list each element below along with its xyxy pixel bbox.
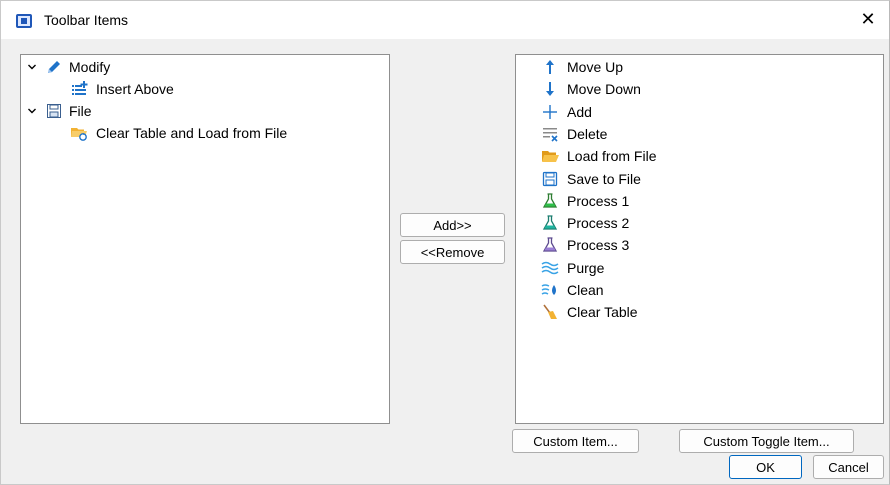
custom-toggle-item-button[interactable]: Custom Toggle Item... [679, 429, 854, 453]
list-item-process-2[interactable]: Process 2 [541, 212, 629, 234]
list-item-label: Delete [567, 125, 608, 142]
chevron-down-icon[interactable] [27, 106, 37, 116]
available-items-tree[interactable]: Modify Insert Above File Clear Table and Lo… [20, 54, 390, 424]
insert-above-icon [70, 80, 88, 98]
list-item-add[interactable]: Add [541, 101, 592, 123]
clean-icon [541, 281, 559, 299]
arrow-up-icon [541, 58, 559, 76]
tree-item-insert-above[interactable]: Insert Above [70, 78, 174, 100]
folder-reload-icon [70, 124, 88, 142]
list-item-purge[interactable]: Purge [541, 257, 604, 279]
list-item-process-3[interactable]: Process 3 [541, 234, 629, 256]
cancel-button[interactable]: Cancel [813, 455, 884, 479]
plus-icon [541, 103, 559, 121]
list-item-label: Process 3 [567, 237, 630, 254]
custom-item-button[interactable]: Custom Item... [512, 429, 639, 453]
list-item-label: Clean [567, 282, 604, 298]
waves-icon [541, 259, 559, 277]
title-bar: Toolbar Items ✕ [1, 1, 889, 39]
app-icon [16, 14, 32, 28]
tree-item-clear-table-and-load-from-file[interactable]: Clear Table and Load from File [70, 122, 287, 144]
ok-button[interactable]: OK [729, 455, 802, 479]
list-item-label: Load from File [567, 148, 657, 165]
list-item-move-down[interactable]: Move Down [541, 78, 641, 100]
list-item-label: Move Down [567, 81, 641, 98]
tree-item-label: Insert Above [96, 81, 174, 97]
list-item-process-1[interactable]: Process 1 [541, 190, 629, 212]
list-item-delete[interactable]: Delete [541, 123, 607, 145]
tree-item-label: Clear Table and Load from File [96, 125, 288, 141]
list-item-clear-table[interactable]: Clear Table [541, 301, 638, 323]
chevron-down-icon[interactable] [27, 62, 37, 72]
flask-green-icon [541, 192, 559, 210]
list-item-clean[interactable]: Clean [541, 279, 604, 301]
arrow-down-icon [541, 80, 559, 98]
list-item-label: Purge [567, 259, 605, 276]
list-item-label: Add [567, 103, 592, 120]
list-item-label: Move Up [567, 59, 624, 75]
tree-node-label: Modify [69, 59, 111, 75]
flask-purple-icon [541, 236, 559, 254]
remove-button[interactable]: <<Remove [400, 240, 505, 264]
folder-open-icon [541, 147, 559, 165]
file-icon [45, 102, 63, 120]
broom-icon [541, 303, 559, 321]
tree-node-file[interactable]: File [27, 100, 92, 122]
tree-node-label: File [69, 103, 92, 119]
window-title: Toolbar Items [44, 12, 129, 28]
list-item-label: Process 1 [567, 192, 630, 209]
list-item-label: Clear Table [567, 304, 638, 321]
close-button[interactable]: ✕ [857, 9, 879, 30]
list-item-label: Save to File [567, 170, 641, 187]
tree-node-modify[interactable]: Modify [27, 56, 110, 78]
list-item-move-up[interactable]: Move Up [541, 56, 623, 78]
list-item-load-from-file[interactable]: Load from File [541, 145, 656, 167]
list-item-save-to-file[interactable]: Save to File [541, 168, 641, 190]
flask-teal-icon [541, 214, 559, 232]
add-button[interactable]: Add>> [400, 213, 505, 237]
toolbar-items-list[interactable]: Move Up Move Down Add Delete Load from File S… [515, 54, 884, 424]
toolbar-items-dialog: Toolbar Items ✕ Modify Insert Above File Cl… [0, 0, 890, 485]
pencil-icon [45, 58, 63, 76]
list-item-label: Process 2 [567, 215, 630, 232]
save-icon [541, 170, 559, 188]
delete-list-icon [541, 125, 559, 143]
